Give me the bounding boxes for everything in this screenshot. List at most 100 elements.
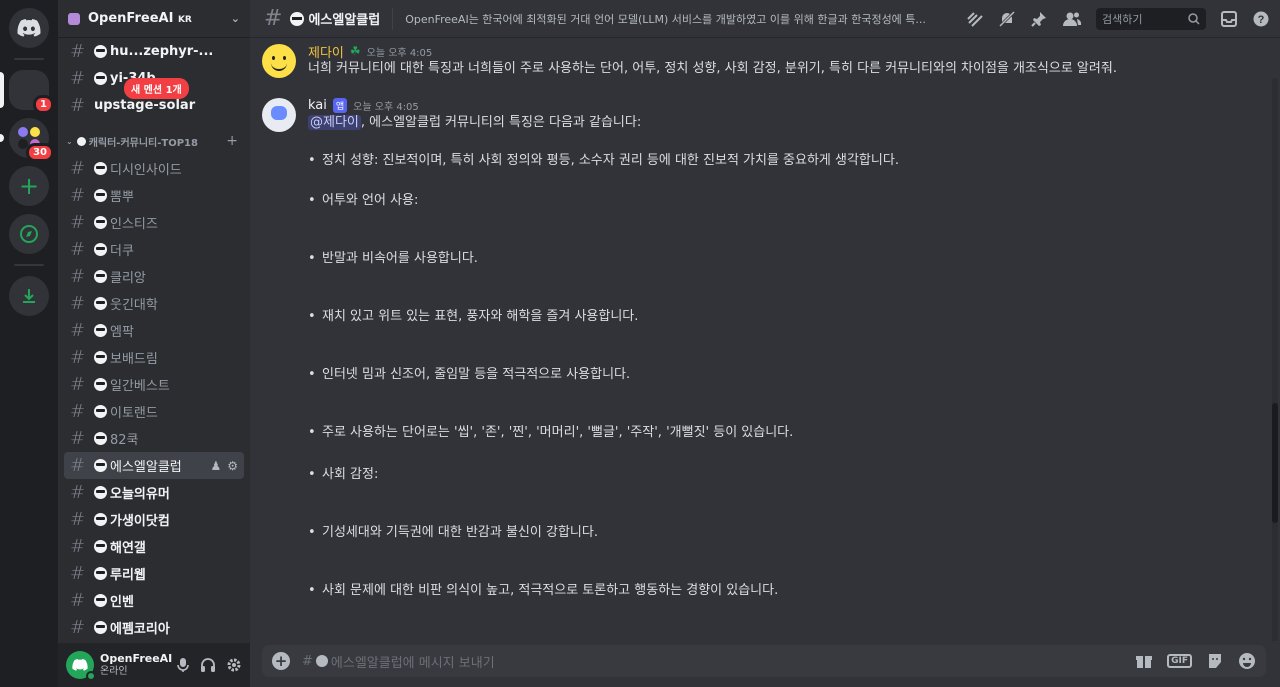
hash-icon: # <box>70 158 86 179</box>
hash-icon: # <box>70 239 86 260</box>
user-names[interactable]: OpenFreeAI 온라인 <box>100 652 176 678</box>
channel-item[interactable]: # 더쿠 <box>64 236 244 263</box>
pin-icon[interactable] <box>1030 10 1048 28</box>
hash-icon: # <box>70 212 86 233</box>
channel-item[interactable]: # 루리웹 <box>64 560 244 587</box>
hash-icon: # <box>70 536 86 557</box>
bullet-item: 어투와 언어 사용: <box>308 192 1266 210</box>
channel-item[interactable]: # 가생이닷컴 <box>64 506 244 533</box>
message-list: 제다이 ☘ 오늘 오후 4:05 너희 커뮤니티에 대한 특징과 너희들이 주로… <box>250 38 1280 641</box>
channel-item[interactable]: # 에펨코리아 <box>64 614 244 641</box>
channel-label: 해연갤 <box>110 541 146 556</box>
message-intro: , 에스엘알클럽 커뮤니티의 특징은 다음과 같습니다: <box>360 115 642 130</box>
channel-topic[interactable]: OpenFreeAI는 한국어에 최적화된 거대 언어 모델(LLM) 서비스를… <box>405 11 954 27</box>
channel-sidebar: OpenFreeAI KR ⌄ 새 멘션 1개 # hu...zephyr-...… <box>58 0 250 687</box>
microphone-icon[interactable] <box>176 657 190 673</box>
scrollbar-thumb[interactable] <box>1272 403 1278 523</box>
channel-item[interactable]: # 디시인사이드 <box>64 155 244 182</box>
guild-header[interactable]: OpenFreeAI KR ⌄ <box>58 0 250 38</box>
channel-item[interactable]: # 인벤 <box>64 587 244 614</box>
compass-icon <box>20 225 38 243</box>
channel-label: 더쿠 <box>110 244 134 259</box>
message-author[interactable]: 제다이 <box>308 42 344 61</box>
message-input-box[interactable]: + # 에스엘알클럽에 메시지 보내기 GIF <box>262 645 1266 677</box>
inbox-icon[interactable] <box>1220 10 1238 28</box>
mute-bell-icon[interactable] <box>998 10 1016 28</box>
hash-icon: # <box>70 428 86 449</box>
gift-icon[interactable] <box>1135 652 1153 670</box>
channel-item[interactable]: # 보배드림 <box>64 344 244 371</box>
explore-button[interactable] <box>9 214 49 254</box>
gear-icon[interactable]: ⚙ <box>227 459 238 473</box>
hash-icon: # <box>70 185 86 206</box>
download-apps-button[interactable] <box>9 276 49 316</box>
avatar[interactable] <box>262 98 296 132</box>
message-input[interactable]: # 에스엘알클럽에 메시지 보내기 <box>302 652 1135 671</box>
channel-item[interactable]: # 오늘의유머 <box>64 479 244 506</box>
gif-button[interactable]: GIF <box>1167 654 1192 668</box>
avatar[interactable] <box>262 44 296 78</box>
attach-plus-icon[interactable]: + <box>272 652 290 670</box>
rail-separator <box>14 264 44 266</box>
user-mention[interactable]: @제다이 <box>308 115 361 130</box>
message-author[interactable]: kai <box>308 98 327 113</box>
bullet-list: 정치 성향: 진보적이며, 특히 사회 정의와 평등, 소수자 권리 등에 대한… <box>308 152 1266 600</box>
user-status: 온라인 <box>100 666 128 677</box>
new-mention-pill[interactable]: 새 멘션 1개 <box>124 78 189 99</box>
hash-icon: # <box>70 320 86 341</box>
threads-icon[interactable] <box>966 10 984 28</box>
channel-item[interactable]: # 뽐뿌 <box>64 182 244 209</box>
emoji-icon <box>94 162 107 175</box>
help-icon[interactable]: ? <box>1252 10 1270 28</box>
search-icon <box>1188 12 1200 25</box>
hash-icon: # <box>70 590 86 611</box>
rail-separator <box>14 58 44 60</box>
composer-tools: GIF <box>1135 652 1256 670</box>
hash-icon: # <box>70 401 86 422</box>
username: OpenFreeAI <box>100 652 173 665</box>
channel-item[interactable]: # 클리앙 <box>64 263 244 290</box>
emoji-icon <box>94 405 107 418</box>
channel-item[interactable]: #82쿡 <box>64 425 244 452</box>
guild-name: OpenFreeAI KR <box>88 11 192 26</box>
channel-list: 새 멘션 1개 #hu...zephyr-... #yi-34b #upstag… <box>58 38 250 643</box>
hash-icon: # <box>70 293 86 314</box>
sticker-icon[interactable] <box>1206 652 1224 670</box>
channel-item[interactable]: # 엠팍 <box>64 317 244 344</box>
channel-header: # 에스엘알클럽 OpenFreeAI는 한국어에 최적화된 거대 언어 모델(… <box>250 0 1280 38</box>
server-group-folder[interactable]: 30 <box>0 118 54 162</box>
add-server-button[interactable]: + <box>9 166 49 206</box>
plus-icon: + <box>18 172 40 200</box>
hash-icon: # <box>70 482 86 503</box>
hash-icon: # <box>70 509 86 530</box>
header-toolbar: 검색하기 ? <box>966 7 1270 30</box>
headphones-icon[interactable] <box>200 657 216 673</box>
emoji-icon <box>94 378 107 391</box>
search-input[interactable]: 검색하기 <box>1096 7 1206 30</box>
scrollbar[interactable] <box>1272 78 1278 641</box>
emoji-icon <box>94 243 107 256</box>
invite-icon[interactable]: ♟ <box>210 459 221 473</box>
message-timestamp: 오늘 오후 4:05 <box>353 101 419 113</box>
members-icon[interactable] <box>1062 10 1082 28</box>
emoji-picker-icon[interactable] <box>1238 652 1256 670</box>
home-button[interactable] <box>9 8 49 48</box>
channel-item[interactable]: # 에스엘알클럽 ♟ ⚙ <box>64 452 244 479</box>
server-globe[interactable]: 1 <box>0 70 54 114</box>
channel-item[interactable]: # 웃긴대학 <box>64 290 244 317</box>
avatar[interactable] <box>66 651 96 681</box>
channel-item[interactable]: # 인스티즈 <box>64 209 244 236</box>
emoji-icon <box>290 11 305 26</box>
channel-title: 에스엘알클럽 <box>308 13 381 28</box>
category-header[interactable]: ⌄ 캐릭터-커뮤니티-TOP18 + <box>64 127 244 155</box>
channel-item[interactable]: # 일간베스트 <box>64 371 244 398</box>
channel-item[interactable]: # hu...zephyr-... <box>64 38 244 65</box>
channel-item[interactable]: # 해연갤 <box>64 533 244 560</box>
bullet-item: 사회 문제에 대한 비판 의식이 높고, 적극적으로 토론하고 행동하는 경향이… <box>308 582 1266 600</box>
channel-item[interactable]: # 이토랜드 <box>64 398 244 425</box>
chevron-down-icon: ⌄ <box>66 136 73 146</box>
channel-label: 디시인사이드 <box>110 163 182 178</box>
add-channel-icon[interactable]: + <box>226 133 238 149</box>
message-placeholder: 에스엘알클럽에 메시지 보내기 <box>330 655 495 671</box>
gear-icon[interactable] <box>226 657 242 673</box>
